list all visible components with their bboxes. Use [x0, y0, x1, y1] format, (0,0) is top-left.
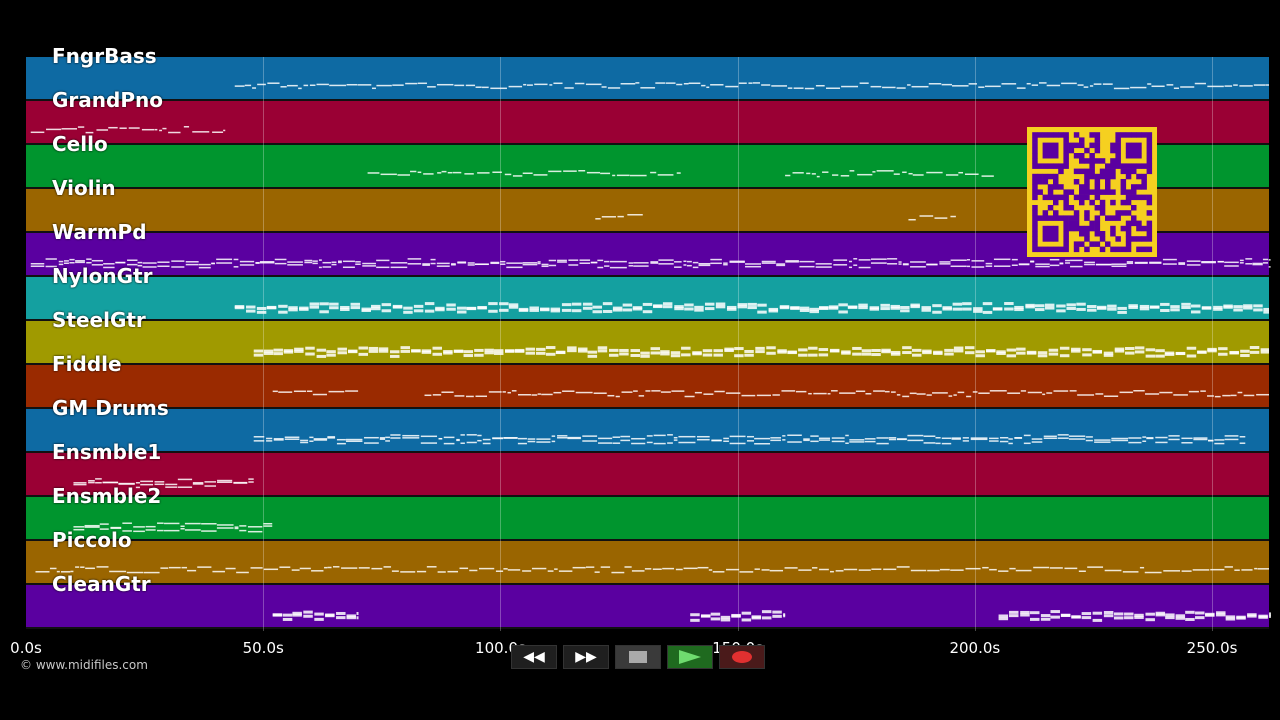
track-label: Ensmble1 [52, 440, 162, 464]
transport-controls: ◀◀ ▶▶ [511, 644, 769, 670]
track-row[interactable] [26, 277, 1269, 321]
time-tick-label: 250.0s [1186, 639, 1238, 657]
track-label: Violin [52, 176, 116, 200]
stop-button[interactable] [615, 645, 661, 669]
grid-line [737, 57, 739, 631]
track-label: GrandPno [52, 88, 163, 112]
track-label: FngrBass [52, 44, 157, 68]
track-label: SteelGtr [52, 308, 146, 332]
rewind-icon: ◀◀ [523, 649, 545, 665]
track-label: Fiddle [52, 352, 122, 376]
play-button[interactable] [667, 645, 713, 669]
stop-icon [629, 651, 647, 663]
track-label: Ensmble2 [52, 484, 162, 508]
qr-code [1027, 127, 1157, 257]
track-row[interactable] [26, 541, 1269, 585]
grid-line [500, 57, 502, 631]
note-mark [1268, 614, 1271, 618]
record-icon [732, 651, 752, 663]
time-tick-label: 200.0s [949, 639, 1001, 657]
track-row[interactable] [26, 321, 1269, 365]
copyright-text: © www.midifiles.com [20, 658, 148, 672]
track-label: GM Drums [52, 396, 169, 420]
track-row[interactable] [26, 585, 1269, 629]
grid-line [1212, 57, 1214, 631]
fast-forward-button[interactable]: ▶▶ [563, 645, 609, 669]
track-row[interactable] [26, 365, 1269, 409]
time-tick-label: 50.0s [242, 639, 284, 657]
track-label: CleanGtr [52, 572, 151, 596]
track-row[interactable] [26, 497, 1269, 541]
grid-line [263, 57, 265, 631]
track-row[interactable] [26, 409, 1269, 453]
track-label: NylonGtr [52, 264, 153, 288]
play-icon [679, 650, 701, 664]
note-mark [1268, 612, 1271, 616]
grid-line [974, 57, 976, 631]
track-row[interactable] [26, 453, 1269, 497]
track-row[interactable] [26, 57, 1269, 101]
track-label: Piccolo [52, 528, 132, 552]
record-button[interactable] [719, 645, 765, 669]
fast-forward-icon: ▶▶ [575, 649, 597, 665]
rewind-button[interactable]: ◀◀ [511, 645, 557, 669]
track-label: WarmPd [52, 220, 147, 244]
time-tick-label: 0.0s [10, 639, 42, 657]
track-label: Cello [52, 132, 108, 156]
